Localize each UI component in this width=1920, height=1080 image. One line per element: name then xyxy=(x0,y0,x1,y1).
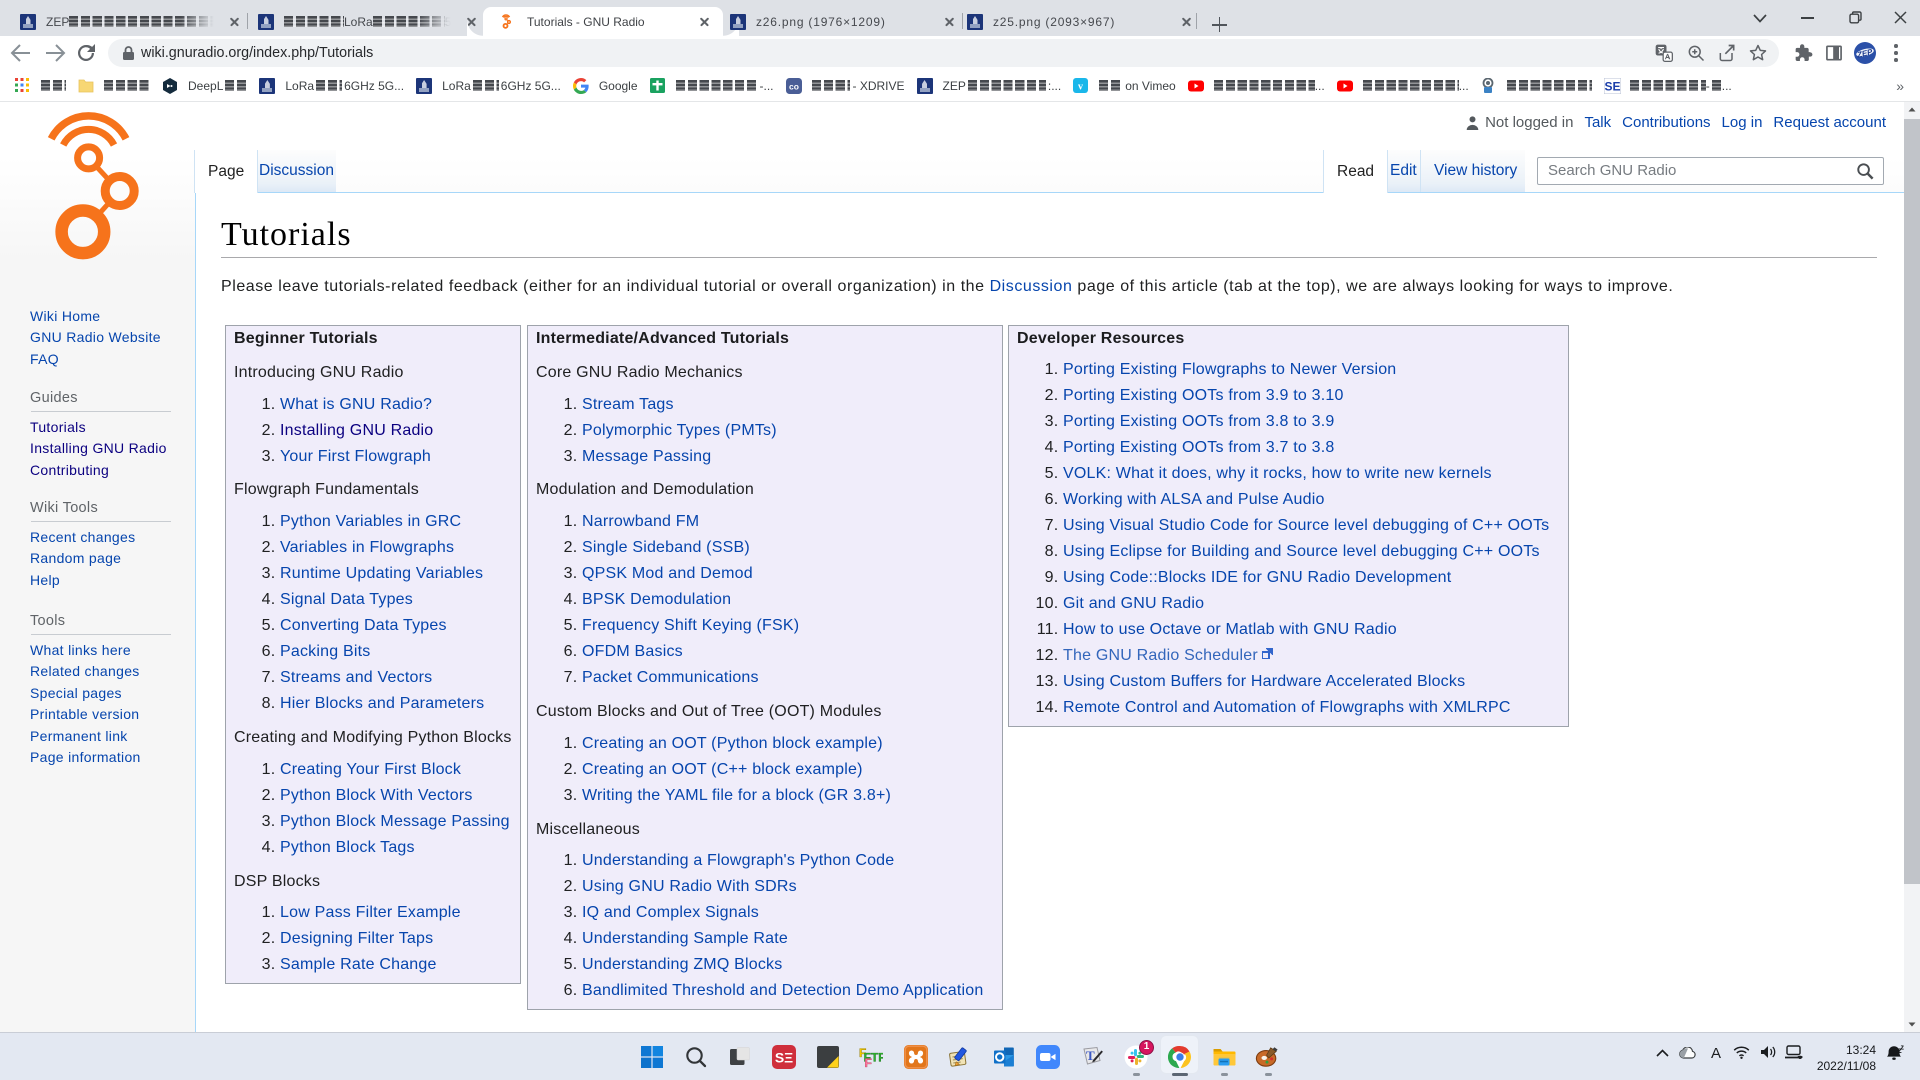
svg-text:v: v xyxy=(1078,81,1083,92)
svg-text:co: co xyxy=(789,81,799,91)
svg-text:z: z xyxy=(1901,1045,1905,1052)
svg-text:SE: SE xyxy=(1604,79,1620,93)
